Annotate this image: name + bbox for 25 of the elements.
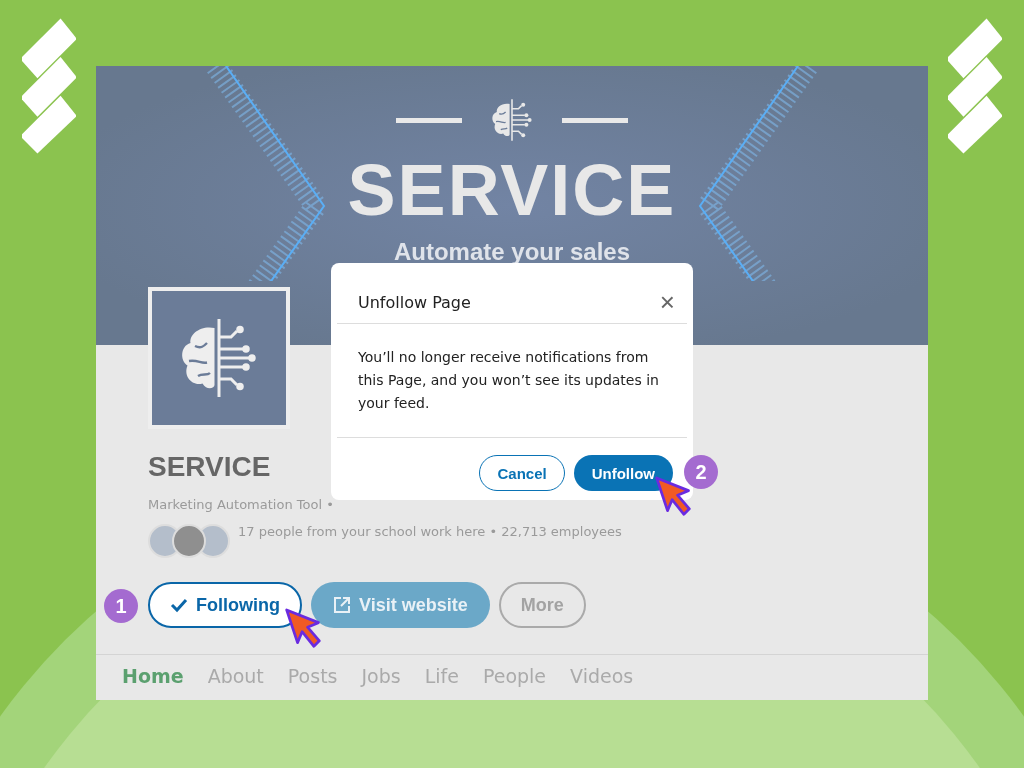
page-tab[interactable]: Videos [570,665,634,687]
connections-text: 17 people from your school work here • 22,713 employees [238,524,622,539]
avatar [172,524,206,558]
page-tab[interactable]: About [207,665,264,687]
page-tab[interactable]: Life [424,665,459,687]
more-button[interactable]: More [498,582,586,628]
company-meta: Marketing Automation Tool • [148,497,334,512]
dialog-title: Unfollow Page [358,292,471,312]
slanted-stripes-icon [948,18,1002,154]
page-tab[interactable]: Posts [287,665,338,687]
banner-subtitle: Automate your sales [393,238,631,266]
company-name: SERVICE [148,451,271,483]
close-button[interactable]: × [659,289,675,315]
banner-title: SERVICE [347,150,677,230]
page-tab[interactable]: Jobs [361,665,401,687]
website-button[interactable]: Visit website [311,582,490,628]
dialog-message: You’ll no longer receive notifications from this Page, and you won’t see its updates in your feed. [357,348,660,413]
cancel-button[interactable]: Cancel [479,455,565,491]
unfollow-button[interactable]: Unfollow [573,455,673,491]
checkmark-icon [170,596,188,614]
following-button[interactable]: Following [148,582,302,628]
page-tab[interactable]: Home [122,665,184,687]
page-tab[interactable]: People [482,665,547,687]
slanted-stripes-icon [22,18,76,154]
external-link-icon [333,596,351,614]
